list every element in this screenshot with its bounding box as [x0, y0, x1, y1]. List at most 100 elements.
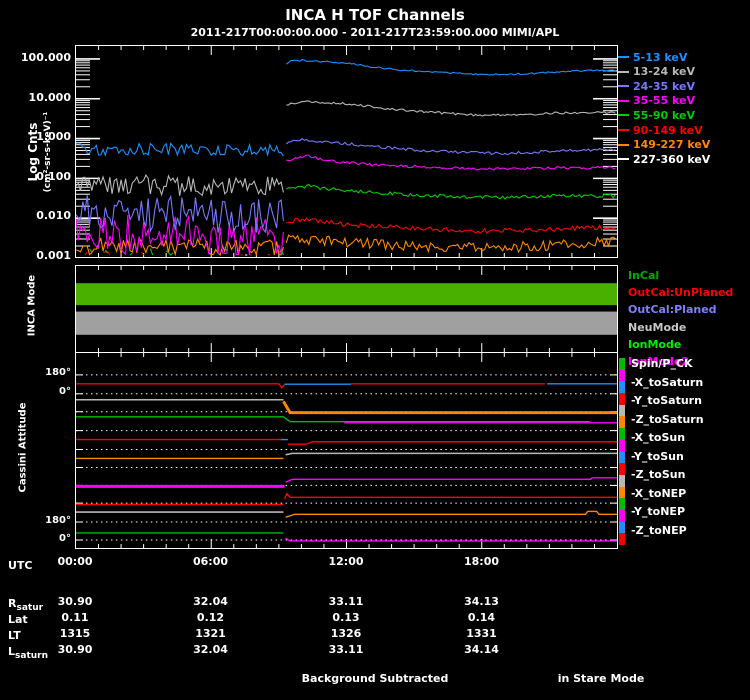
ephemeris-value: 1331	[466, 627, 497, 640]
attitude-color-scale-segment	[619, 439, 625, 452]
page-title: INCA H TOF Channels	[285, 6, 465, 24]
tof-legend-item: 90-149 keV	[618, 123, 703, 137]
tof-channels-chart	[76, 46, 617, 257]
attitude-color-scale-segment	[619, 404, 625, 417]
utc-time-label: 06:00	[192, 555, 229, 568]
ephemeris-value: 33.11	[328, 643, 364, 656]
attitude-color-scale-segment	[619, 533, 625, 545]
tof-ytick-label: 10.000	[28, 90, 71, 104]
attitude-panel-label: Cassini Attitude	[17, 402, 29, 493]
attitude-vector-label: -Z_toNEP	[631, 523, 687, 537]
ephemeris-value: 32.04	[193, 595, 228, 608]
legend-label: 24-35 keV	[633, 79, 696, 93]
attitude-line	[283, 492, 617, 500]
mode-legend-item: OutCal:UnPlaned	[628, 286, 734, 300]
legend-label: 227-360 keV	[633, 152, 711, 166]
mode-legend-item: OutCal:Planed	[628, 303, 717, 317]
ephemeris-value: 0.13	[332, 611, 360, 624]
attitude-vector-label: -X_toSaturn	[631, 375, 704, 389]
utc-time-label: 00:00	[57, 555, 93, 568]
attitude-axis-label: 180°	[45, 366, 71, 378]
tof-series-13-24-keV	[76, 173, 284, 197]
utc-time-label: 18:00	[463, 555, 500, 568]
legend-color-dash	[618, 70, 629, 73]
tof-series-90-149-keV	[286, 217, 616, 235]
attitude-color-scale-segment	[619, 428, 625, 440]
attitude-line	[76, 383, 286, 389]
footer-note-stare-mode: in Stare Mode	[557, 672, 645, 685]
tof-series-5-13-keV	[285, 59, 616, 76]
legend-label: 13-24 keV	[633, 65, 696, 79]
ephemeris-row-label: LT	[8, 629, 21, 642]
attitude-color-scale-segment	[619, 474, 625, 487]
legend-color-dash	[618, 158, 629, 161]
attitude-line	[285, 452, 617, 456]
attitude-color-scale-segment	[619, 416, 625, 429]
mode-legend-item: IonMode	[628, 337, 682, 351]
tof-ytick-label: 1.000	[36, 130, 71, 144]
attitude-color-scale-segment	[619, 521, 625, 534]
inca-mode-panel	[75, 265, 618, 353]
attitude-color-scale-segment	[619, 509, 625, 522]
attitude-line	[285, 510, 617, 518]
mode-legend-item: InCal	[628, 269, 660, 282]
legend-label: 55-90 keV	[633, 108, 696, 122]
tof-series-35-55-keV	[286, 154, 616, 171]
mode-panel-label: INCA Mode	[26, 274, 38, 337]
time-range-subtitle: 2011-217T00:00:00.000 - 2011-217T23:59:0…	[190, 26, 560, 39]
ephemeris-value: 1321	[195, 627, 226, 640]
tof-legend-item: 13-24 keV	[618, 65, 695, 79]
attitude-line	[282, 400, 617, 415]
attitude-axis-label: 0°	[59, 532, 71, 544]
tof-ytick-label: 0.001	[36, 249, 71, 262]
tof-legend-item: 149-227 keV	[618, 138, 710, 152]
tof-ytick-label: 0.010	[36, 209, 71, 223]
ephemeris-value: 0.14	[467, 611, 496, 624]
cassini-attitude-panel	[75, 352, 618, 549]
attitude-line	[287, 441, 617, 445]
attitude-vector-label: -Y_toSaturn	[631, 394, 702, 408]
inca-mode-chart	[76, 266, 617, 352]
legend-color-dash	[618, 99, 629, 102]
legend-color-dash	[618, 143, 629, 146]
tof-legend-item: 35-55 keV	[618, 94, 695, 108]
ephemeris-value: 34.13	[464, 595, 499, 608]
ephemeris-row-label-sub: satur	[16, 603, 44, 614]
attitude-vector-label: -Y_toSun	[631, 449, 684, 463]
ephemeris-value: 32.04	[193, 643, 228, 656]
attitude-color-scale-segment	[619, 393, 625, 405]
ephemeris-row-label: Lat	[8, 613, 28, 626]
mode-bar	[76, 311, 617, 335]
legend-color-dash	[618, 56, 629, 58]
ephemeris-value: 1326	[330, 627, 362, 640]
ephemeris-value: 33.11	[328, 595, 364, 608]
tof-ytick-label: 0.100	[36, 169, 71, 183]
ephemeris-value: 30.90	[57, 643, 93, 656]
tof-ytick-label: 100.000	[20, 51, 71, 64]
attitude-vector-label: -X_toNEP	[631, 486, 687, 500]
tof-series-90-149-keV	[84, 251, 271, 256]
tof-legend-item: 227-360 keV	[618, 152, 710, 166]
ephemeris-row-label: Lsaturn	[8, 645, 48, 661]
attitude-color-scale-segment	[619, 498, 625, 510]
attitude-axis-label: 0°	[59, 385, 71, 397]
tof-legend-item: 55-90 keV	[618, 108, 695, 122]
utc-time-label: 12:00	[328, 555, 364, 568]
attitude-vector-label: -X_toSun	[631, 431, 686, 445]
ephemeris-value: 30.90	[57, 595, 93, 608]
legend-label: 35-55 keV	[633, 94, 696, 108]
attitude-color-scale-segment	[619, 486, 625, 499]
attitude-vector-label: Spin/P_CK	[631, 357, 693, 370]
ephemeris-row-label-main: L	[8, 645, 16, 658]
tof-series-55-90-keV	[286, 183, 616, 201]
footer-note-background-subtracted: Background Subtracted	[301, 672, 449, 685]
ephemeris-row-label-main: LT	[8, 629, 21, 642]
ephemeris-value: 0.11	[61, 611, 89, 624]
ephemeris-row-label-sub: saturn	[15, 651, 49, 662]
attitude-line	[285, 477, 617, 483]
tof-series-149-227-keV	[285, 234, 616, 254]
inca-tof-plot-screen: INCA H TOF Channels 2011-217T00:00:00.00…	[0, 0, 750, 700]
mode-bar	[76, 283, 617, 306]
attitude-vector-label: -Y_toNEP	[631, 505, 686, 519]
attitude-color-scale-segment	[619, 463, 625, 475]
